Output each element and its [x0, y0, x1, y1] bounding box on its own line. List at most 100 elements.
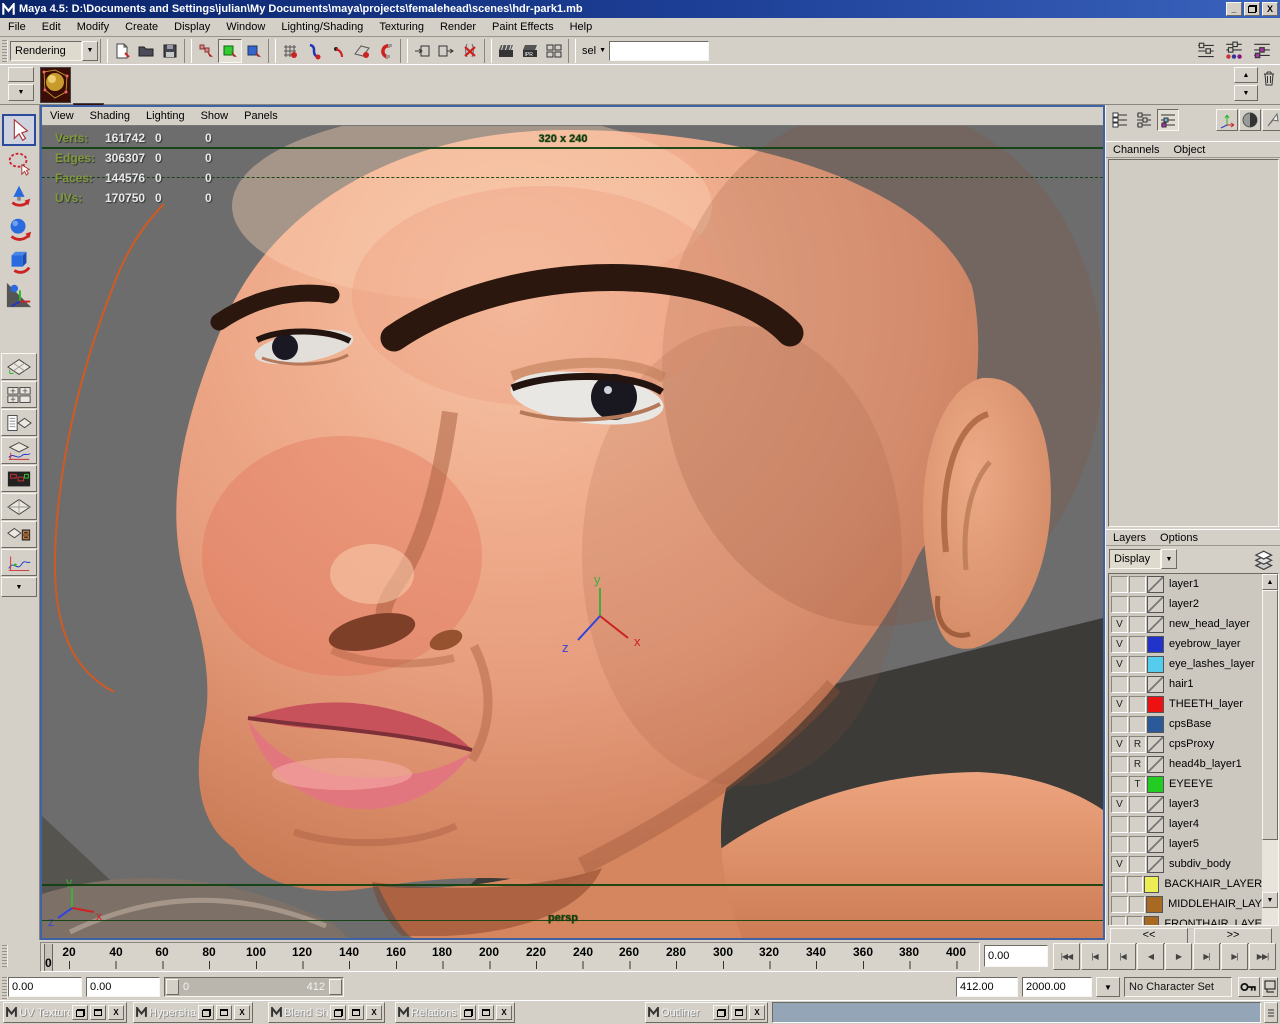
quick-layout-persp-hypergraph-button[interactable] — [1, 521, 37, 548]
delete-trash-button[interactable] — [1260, 67, 1278, 89]
panel-restore-button[interactable] — [460, 1005, 476, 1020]
play-backwards-button[interactable]: ◀ — [1137, 943, 1164, 970]
manipulator-axis-button[interactable] — [1216, 109, 1238, 131]
viewport-menu-panels[interactable]: Panels — [236, 107, 286, 125]
layer-color-swatch[interactable] — [1147, 676, 1164, 693]
menu-modify[interactable]: Modify — [69, 18, 117, 36]
toolbar-separator[interactable] — [400, 39, 408, 63]
shelf-tab-button[interactable] — [8, 67, 34, 82]
viewport-menu-lighting[interactable]: Lighting — [138, 107, 193, 125]
layer-color-swatch[interactable] — [1147, 836, 1164, 853]
layer-color-swatch[interactable] — [1144, 876, 1159, 893]
go-to-start-button[interactable]: |◀◀ — [1053, 943, 1080, 970]
panel-maximize-button[interactable] — [478, 1005, 494, 1020]
playback-start-field[interactable] — [86, 977, 160, 997]
command-feedback-strip[interactable] — [772, 1002, 1261, 1023]
layer-row[interactable]: BACKHAIR_LAYER — [1109, 874, 1262, 894]
layer-row[interactable]: Rhead4b_layer1 — [1109, 754, 1262, 774]
quick-layout-hypergraph-button[interactable] — [1, 465, 37, 492]
lasso-tool-button[interactable] — [2, 147, 36, 179]
animation-end-field[interactable] — [1022, 977, 1092, 997]
construction-history-button[interactable] — [458, 39, 482, 63]
channels-menu[interactable]: Channels — [1106, 144, 1166, 156]
layer-row[interactable]: Veye_lashes_layer — [1109, 654, 1262, 674]
show-tool-settings-button[interactable] — [1222, 39, 1246, 63]
timeline-track[interactable]: 20 40 60 80 100 120 140 160 180 200 220 … — [40, 942, 980, 972]
step-back-key-button[interactable]: |◀ — [1081, 943, 1108, 970]
layer-color-swatch[interactable] — [1147, 756, 1164, 773]
layers-menu[interactable]: Layers — [1106, 532, 1153, 544]
animation-preferences-button[interactable] — [1262, 977, 1278, 997]
panel-button-relationship-editor[interactable]: Relationship... X — [395, 1002, 515, 1023]
panel-close-button[interactable]: X — [234, 1005, 250, 1020]
make-live-button[interactable] — [374, 39, 398, 63]
panel-restore-button[interactable] — [72, 1005, 88, 1020]
channel-layout-mode-button[interactable] — [1157, 109, 1179, 131]
shelf-menu-button[interactable]: ▼ — [8, 84, 34, 101]
quick-layout-persp-button[interactable] — [1, 493, 37, 520]
layer-mode-dropdown-arrow-icon[interactable]: ▼ — [1161, 549, 1177, 569]
layer-row[interactable]: cpsBase — [1109, 714, 1262, 734]
quick-layout-more-button[interactable]: ▼ — [1, 577, 37, 597]
play-forwards-button[interactable]: ▶ — [1165, 943, 1192, 970]
manipulator-arrow-button[interactable] — [1262, 109, 1280, 131]
layer-color-swatch[interactable] — [1147, 656, 1164, 673]
scrollbar-thumb[interactable] — [1262, 590, 1278, 840]
toolbar-separator[interactable] — [268, 39, 276, 63]
panel-close-button[interactable]: X — [749, 1005, 765, 1020]
panel-close-button[interactable]: X — [496, 1005, 512, 1020]
select-hierarchy-button[interactable] — [194, 39, 218, 63]
layer-row[interactable]: VRcpsProxy — [1109, 734, 1262, 754]
layer-color-swatch[interactable] — [1144, 916, 1159, 927]
show-manipulator-tool-button[interactable] — [2, 279, 36, 311]
menu-display[interactable]: Display — [166, 18, 218, 36]
layer-color-swatch[interactable] — [1147, 576, 1164, 593]
title-bar[interactable]: Maya 4.5: D:\Documents and Settings\juli… — [0, 0, 1280, 18]
toolbar-separator[interactable] — [568, 39, 576, 63]
layer-color-swatch[interactable] — [1147, 616, 1164, 633]
layer-color-swatch[interactable] — [1146, 896, 1163, 913]
viewport-menu-show[interactable]: Show — [193, 107, 237, 125]
output-connections-button[interactable] — [434, 39, 458, 63]
snap-to-curve-button[interactable] — [302, 39, 326, 63]
toolbar-grip[interactable] — [2, 40, 8, 62]
layer-color-swatch[interactable] — [1147, 716, 1164, 733]
close-button[interactable]: X — [1262, 2, 1278, 16]
select-tool-button[interactable] — [2, 114, 36, 146]
layer-row[interactable]: layer5 — [1109, 834, 1262, 854]
viewport-menu-shading[interactable]: Shading — [82, 107, 138, 125]
playback-range-slider[interactable]: 0 412 — [164, 977, 344, 997]
panel-button-hypershade[interactable]: Hypershade X — [133, 1002, 253, 1023]
new-scene-button[interactable] — [110, 39, 134, 63]
restore-button[interactable] — [1244, 2, 1260, 16]
menu-lighting-shading[interactable]: Lighting/Shading — [273, 18, 371, 36]
toggle-command-line-button[interactable] — [1264, 1002, 1278, 1023]
current-time-field[interactable] — [984, 945, 1048, 967]
layer-color-swatch[interactable] — [1147, 856, 1164, 873]
layer-color-swatch[interactable] — [1147, 736, 1164, 753]
scroll-down-arrow-icon[interactable]: ▼ — [1262, 892, 1278, 908]
shelf-scroll-down-button[interactable]: ▼ — [1234, 85, 1258, 101]
panel-close-button[interactable]: X — [366, 1005, 382, 1020]
quick-layout-persp-outliner-button[interactable] — [1, 409, 37, 436]
quick-layout-single-persp-button[interactable] — [1, 353, 37, 380]
layer-mode-selector[interactable]: Display ▼ — [1109, 549, 1177, 569]
panel-maximize-button[interactable] — [731, 1005, 747, 1020]
step-forward-frame-button[interactable]: ▶| — [1193, 943, 1220, 970]
rotate-tool-button[interactable] — [2, 213, 36, 245]
show-channel-box-button[interactable] — [1250, 39, 1274, 63]
panel-maximize-button[interactable] — [216, 1005, 232, 1020]
snap-to-grid-button[interactable] — [278, 39, 302, 63]
layer-color-swatch[interactable] — [1147, 796, 1164, 813]
panel-restore-button[interactable] — [713, 1005, 729, 1020]
save-scene-button[interactable] — [158, 39, 182, 63]
layer-list-scrollbar[interactable]: ▲ ▼ — [1262, 574, 1278, 925]
layer-row[interactable]: layer1 — [1109, 574, 1262, 594]
viewport-canvas[interactable]: y x z y x z 320 x 240 persp Verts:161742… — [42, 126, 1103, 938]
layer-row[interactable]: Vsubdiv_body — [1109, 854, 1262, 874]
layer-row[interactable]: Vnew_head_layer — [1109, 614, 1262, 634]
layer-row[interactable]: Veyebrow_layer — [1109, 634, 1262, 654]
select-component-button[interactable] — [242, 39, 266, 63]
object-menu[interactable]: Object — [1166, 144, 1212, 156]
show-attribute-editor-button[interactable] — [1194, 39, 1218, 63]
